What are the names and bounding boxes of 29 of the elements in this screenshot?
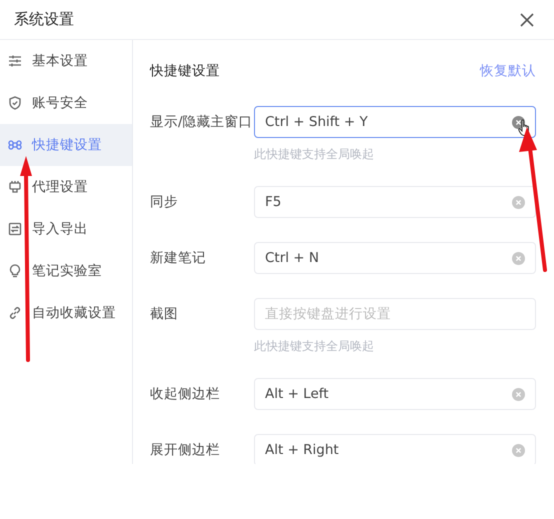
- link-icon: [8, 306, 22, 320]
- shortcut-label: 展开侧边栏: [150, 441, 221, 459]
- sidebar-item[interactable]: 基本设置: [0, 40, 132, 82]
- sidebar-item[interactable]: 导入导出: [0, 208, 132, 250]
- shortcut-field[interactable]: Ctrl + N: [254, 242, 536, 274]
- shield-icon: [8, 96, 22, 110]
- shortcut-label: 显示/隐藏主窗口: [150, 113, 254, 131]
- sidebar-item[interactable]: 自动收藏设置: [0, 292, 132, 334]
- sliders-icon: [8, 54, 22, 68]
- shortcut-field[interactable]: Alt + Left: [254, 378, 536, 410]
- bulb-icon: [8, 264, 22, 278]
- swap-icon: [8, 222, 22, 236]
- shortcut-field[interactable]: F5: [254, 186, 536, 218]
- sidebar-item[interactable]: 代理设置: [0, 166, 132, 208]
- close-icon[interactable]: [520, 12, 534, 26]
- shortcut-label: 截图: [150, 305, 179, 323]
- shortcut-field[interactable]: 直接按键盘进行设置: [254, 298, 536, 330]
- shortcut-field[interactable]: Ctrl + Shift + Y: [254, 106, 536, 138]
- sidebar-item[interactable]: 笔记实验室: [0, 250, 132, 292]
- hint-text: 此快捷键支持全局唤起: [254, 338, 375, 355]
- shortcut-label: 收起侧边栏: [150, 385, 221, 403]
- section-title: 快捷键设置: [150, 62, 220, 80]
- plug-icon: [8, 180, 22, 194]
- window-title: 系统设置: [14, 10, 74, 29]
- shortcut-label: 同步: [150, 193, 179, 211]
- shortcut-label: 新建笔记: [150, 249, 207, 267]
- hint-text: 此快捷键支持全局唤起: [254, 146, 375, 163]
- sidebar-item[interactable]: 账号安全: [0, 82, 132, 124]
- command-icon: [8, 138, 22, 152]
